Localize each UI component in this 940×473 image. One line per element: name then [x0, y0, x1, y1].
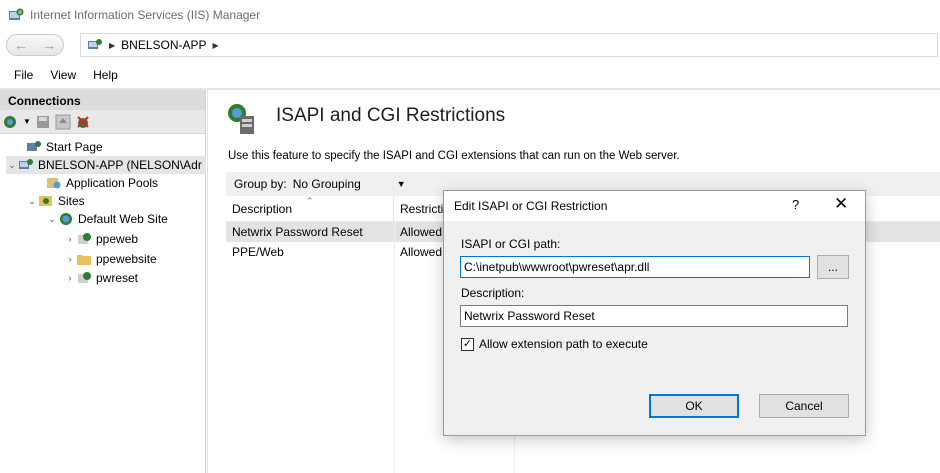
tree-item-server[interactable]: ⌄ BNELSON-APP (NELSON\Adr [6, 156, 206, 174]
breadcrumb-chevron-icon[interactable]: ▶ [213, 41, 219, 50]
isapi-cgi-icon [228, 104, 254, 134]
allow-execute-checkbox[interactable]: ✓ Allow extension path to execute [461, 337, 648, 351]
column-header-description[interactable]: Description [226, 196, 394, 222]
globe-icon [60, 213, 72, 225]
expand-chevron-icon[interactable]: › [64, 234, 76, 244]
browse-button[interactable]: ... [817, 255, 849, 279]
address-bar: ← → ▶ BNELSON-APP ▶ [0, 30, 940, 62]
expand-chevron-icon[interactable]: › [64, 254, 76, 264]
page-title: ISAPI and CGI Restrictions [276, 105, 506, 126]
web-app-icon [78, 272, 91, 283]
cell-description: Netwrix Password Reset [232, 225, 363, 239]
forward-arrow-icon[interactable]: → [42, 37, 56, 53]
ok-button[interactable]: OK [649, 394, 739, 418]
iis-app-icon [9, 8, 24, 20]
connections-toolbar: ▼ [0, 110, 205, 134]
description-input[interactable] [460, 305, 848, 327]
server-icon [88, 39, 102, 49]
expand-chevron-icon[interactable]: › [64, 273, 76, 283]
tree-item-sites[interactable]: ⌄ Sites [26, 192, 85, 210]
connect-globe-icon[interactable] [3, 114, 19, 130]
tree-item-label: pwreset [96, 271, 139, 285]
edit-restriction-dialog: Edit ISAPI or CGI Restriction ? ✕ ISAPI … [443, 190, 866, 436]
tree-item-default-web-site[interactable]: ⌄ Default Web Site [46, 210, 168, 228]
collapse-chevron-icon[interactable]: ⌄ [6, 160, 18, 171]
checkmark-icon[interactable]: ✓ [461, 337, 474, 351]
close-icon[interactable]: ✕ [834, 194, 848, 214]
page-description: Use this feature to specify the ISAPI an… [228, 150, 680, 162]
tree-item-pwreset[interactable]: › pwreset [64, 269, 139, 287]
cell-description: PPE/Web [232, 245, 284, 259]
menu-view[interactable]: View [50, 68, 76, 82]
tree-item-label: Application Pools [66, 176, 159, 190]
dropdown-arrow-icon[interactable]: ▼ [23, 117, 31, 126]
breadcrumb-chevron-icon[interactable]: ▶ [109, 41, 115, 50]
path-label: ISAPI or CGI path: [461, 237, 561, 251]
app-pools-icon [47, 178, 61, 189]
allow-execute-label: Allow extension path to execute [479, 337, 648, 351]
dialog-body: ISAPI or CGI path: ... Description: ✓ Al… [444, 221, 865, 435]
tree-item-label: Default Web Site [78, 212, 168, 226]
back-arrow-icon[interactable]: ← [14, 37, 28, 53]
cancel-button[interactable]: Cancel [759, 394, 849, 418]
path-input[interactable] [460, 256, 810, 278]
connections-tree: Start Page ⌄ BNELSON-APP (NELSON\Adr App… [0, 134, 206, 285]
column-divider [394, 222, 395, 473]
tree-item-label: BNELSON-APP (NELSON\Adr [38, 158, 202, 172]
dialog-title: Edit ISAPI or CGI Restriction [454, 199, 608, 213]
tree-item-ppewebsite[interactable]: › ppewebsite [64, 250, 157, 268]
collapse-chevron-icon[interactable]: ⌄ [26, 196, 38, 207]
disconnect-icon[interactable] [75, 114, 91, 130]
chevron-down-icon[interactable]: ▼ [397, 179, 406, 189]
help-icon[interactable]: ? [792, 197, 799, 212]
up-level-icon[interactable] [55, 114, 71, 130]
group-by-select[interactable]: No Grouping [293, 177, 361, 191]
tree-item-label: ppewebsite [96, 252, 157, 266]
description-label: Description: [461, 286, 525, 300]
breadcrumb-server[interactable]: BNELSON-APP [121, 38, 206, 52]
connections-header: Connections [0, 90, 205, 110]
connections-pane: Connections ▼ Start Page ⌄ BNELSON-APP (… [0, 90, 206, 473]
menu-bar: File View Help [0, 62, 940, 88]
nav-buttons: ← → [6, 34, 64, 56]
title-bar: Internet Information Services (IIS) Mana… [0, 0, 940, 30]
folder-icon [77, 255, 91, 265]
tree-item-label: Sites [58, 194, 85, 208]
start-page-icon [27, 141, 41, 151]
menu-file[interactable]: File [14, 68, 33, 82]
sites-folder-icon [39, 196, 52, 206]
group-by-label: Group by: [234, 177, 287, 191]
menu-help[interactable]: Help [93, 68, 118, 82]
server-icon [19, 159, 33, 169]
window-title: Internet Information Services (IIS) Mana… [30, 8, 261, 22]
save-icon[interactable] [35, 114, 51, 130]
tree-item-start-page[interactable]: Start Page [26, 138, 103, 156]
web-app-icon [78, 233, 91, 244]
breadcrumb[interactable]: ▶ BNELSON-APP ▶ [80, 33, 938, 57]
tree-item-app-pools[interactable]: Application Pools [46, 174, 158, 192]
tree-item-ppeweb[interactable]: › ppeweb [64, 230, 139, 248]
collapse-chevron-icon[interactable]: ⌄ [46, 214, 58, 225]
tree-item-label: Start Page [46, 140, 103, 154]
tree-item-label: ppeweb [96, 232, 139, 246]
